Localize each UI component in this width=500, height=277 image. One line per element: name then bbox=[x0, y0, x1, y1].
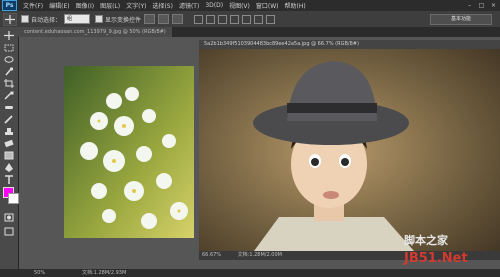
crop-tool-icon[interactable] bbox=[3, 79, 15, 88]
photoshop-logo: Ps bbox=[2, 0, 17, 11]
menu-help[interactable]: 帮助(H) bbox=[282, 1, 309, 10]
menu-edit[interactable]: 编辑(E) bbox=[46, 1, 72, 10]
menu-window[interactable]: 窗口(W) bbox=[253, 1, 282, 10]
background-color-swatch[interactable] bbox=[8, 193, 19, 204]
document-2-zoom[interactable]: 66.67% bbox=[202, 252, 221, 258]
pen-tool-icon[interactable] bbox=[3, 163, 15, 172]
menu-bar: Ps 文件(F) 编辑(E) 图像(I) 图层(L) 文字(Y) 选择(S) 滤… bbox=[0, 0, 500, 11]
distribute-group bbox=[194, 14, 276, 24]
eraser-tool-icon[interactable] bbox=[3, 139, 15, 148]
brush-tool-icon[interactable] bbox=[3, 115, 15, 124]
tools-panel bbox=[0, 27, 19, 269]
clone-stamp-tool-icon[interactable] bbox=[3, 127, 15, 136]
healing-brush-tool-icon[interactable] bbox=[3, 103, 15, 112]
tab-document-1[interactable]: content.eduhaosan.com_113979_9.jpg @ 50%… bbox=[18, 27, 172, 37]
auto-align-icon[interactable] bbox=[266, 14, 276, 24]
show-transform-checkbox[interactable] bbox=[95, 15, 104, 23]
window-controls: – □ × bbox=[465, 0, 498, 11]
marquee-tool-icon[interactable] bbox=[3, 43, 15, 52]
gradient-tool-icon[interactable] bbox=[3, 151, 15, 160]
distribute-left-icon[interactable] bbox=[230, 14, 240, 24]
auto-select-dropdown[interactable]: 组 bbox=[64, 14, 91, 24]
document-size: 文档:1.28M/2.93M bbox=[82, 270, 127, 276]
zoom-level[interactable]: 50% bbox=[34, 269, 45, 277]
boy-image bbox=[199, 49, 500, 251]
distribute-bottom-icon[interactable] bbox=[218, 14, 228, 24]
document-2-size: 文档:1.28M/2.00M bbox=[237, 252, 282, 258]
align-top-button[interactable] bbox=[144, 14, 156, 24]
align-bottom-button[interactable] bbox=[172, 14, 184, 24]
options-bar: 自动选择： 组 显示变换控件 基本功能 bbox=[0, 11, 500, 28]
show-transform-label: 显示变换控件 bbox=[105, 16, 142, 24]
boy-photo-window[interactable]: 5a2b1b349f5103904483bc89ee42a5a.jpg @ 66… bbox=[199, 40, 500, 260]
type-tool-icon[interactable] bbox=[3, 175, 15, 184]
eyedropper-tool-icon[interactable] bbox=[3, 91, 15, 100]
distribute-hcenter-icon[interactable] bbox=[242, 14, 252, 24]
menu-type[interactable]: 文字(Y) bbox=[123, 1, 149, 10]
distribute-center-icon[interactable] bbox=[206, 14, 216, 24]
tool-preset-picker[interactable] bbox=[3, 12, 17, 26]
distribute-top-icon[interactable] bbox=[194, 14, 204, 24]
menu-3d[interactable]: 3D(D) bbox=[202, 2, 226, 9]
quick-select-tool-icon[interactable] bbox=[3, 67, 15, 76]
site-watermark: 脚本之家 JB51.Net bbox=[404, 232, 496, 272]
workspace-switcher[interactable]: 基本功能 bbox=[430, 14, 492, 25]
screen-mode-icon[interactable] bbox=[3, 227, 15, 236]
menu-view[interactable]: 视图(V) bbox=[226, 1, 253, 10]
close-button[interactable]: × bbox=[489, 2, 498, 9]
watermark-line-1: 脚本之家 bbox=[404, 234, 448, 247]
menu-file[interactable]: 文件(F) bbox=[20, 1, 46, 10]
lasso-tool-icon[interactable] bbox=[3, 55, 15, 64]
flower-image bbox=[64, 66, 194, 238]
watermark-line-2: JB51.Net bbox=[404, 251, 468, 266]
document-tab-bar: content.eduhaosan.com_113979_9.jpg @ 50%… bbox=[18, 27, 500, 37]
boy-photo-canvas[interactable] bbox=[199, 49, 500, 251]
minimize-button[interactable]: – bbox=[465, 2, 474, 9]
menu-layer[interactable]: 图层(L) bbox=[97, 1, 123, 10]
menu-select[interactable]: 选择(S) bbox=[149, 1, 176, 10]
menu-image[interactable]: 图像(I) bbox=[73, 1, 97, 10]
maximize-button[interactable]: □ bbox=[477, 2, 486, 9]
flower-photo-canvas[interactable] bbox=[64, 66, 194, 238]
distribute-right-icon[interactable] bbox=[254, 14, 264, 24]
move-tool-icon bbox=[5, 14, 15, 24]
quick-mask-icon[interactable] bbox=[3, 213, 15, 222]
auto-select-label: 自动选择： bbox=[31, 16, 62, 24]
auto-select-checkbox[interactable] bbox=[21, 15, 29, 23]
menu-filter[interactable]: 滤镜(T) bbox=[176, 1, 202, 10]
align-middle-button[interactable] bbox=[158, 14, 170, 24]
move-tool-icon[interactable] bbox=[3, 31, 15, 40]
